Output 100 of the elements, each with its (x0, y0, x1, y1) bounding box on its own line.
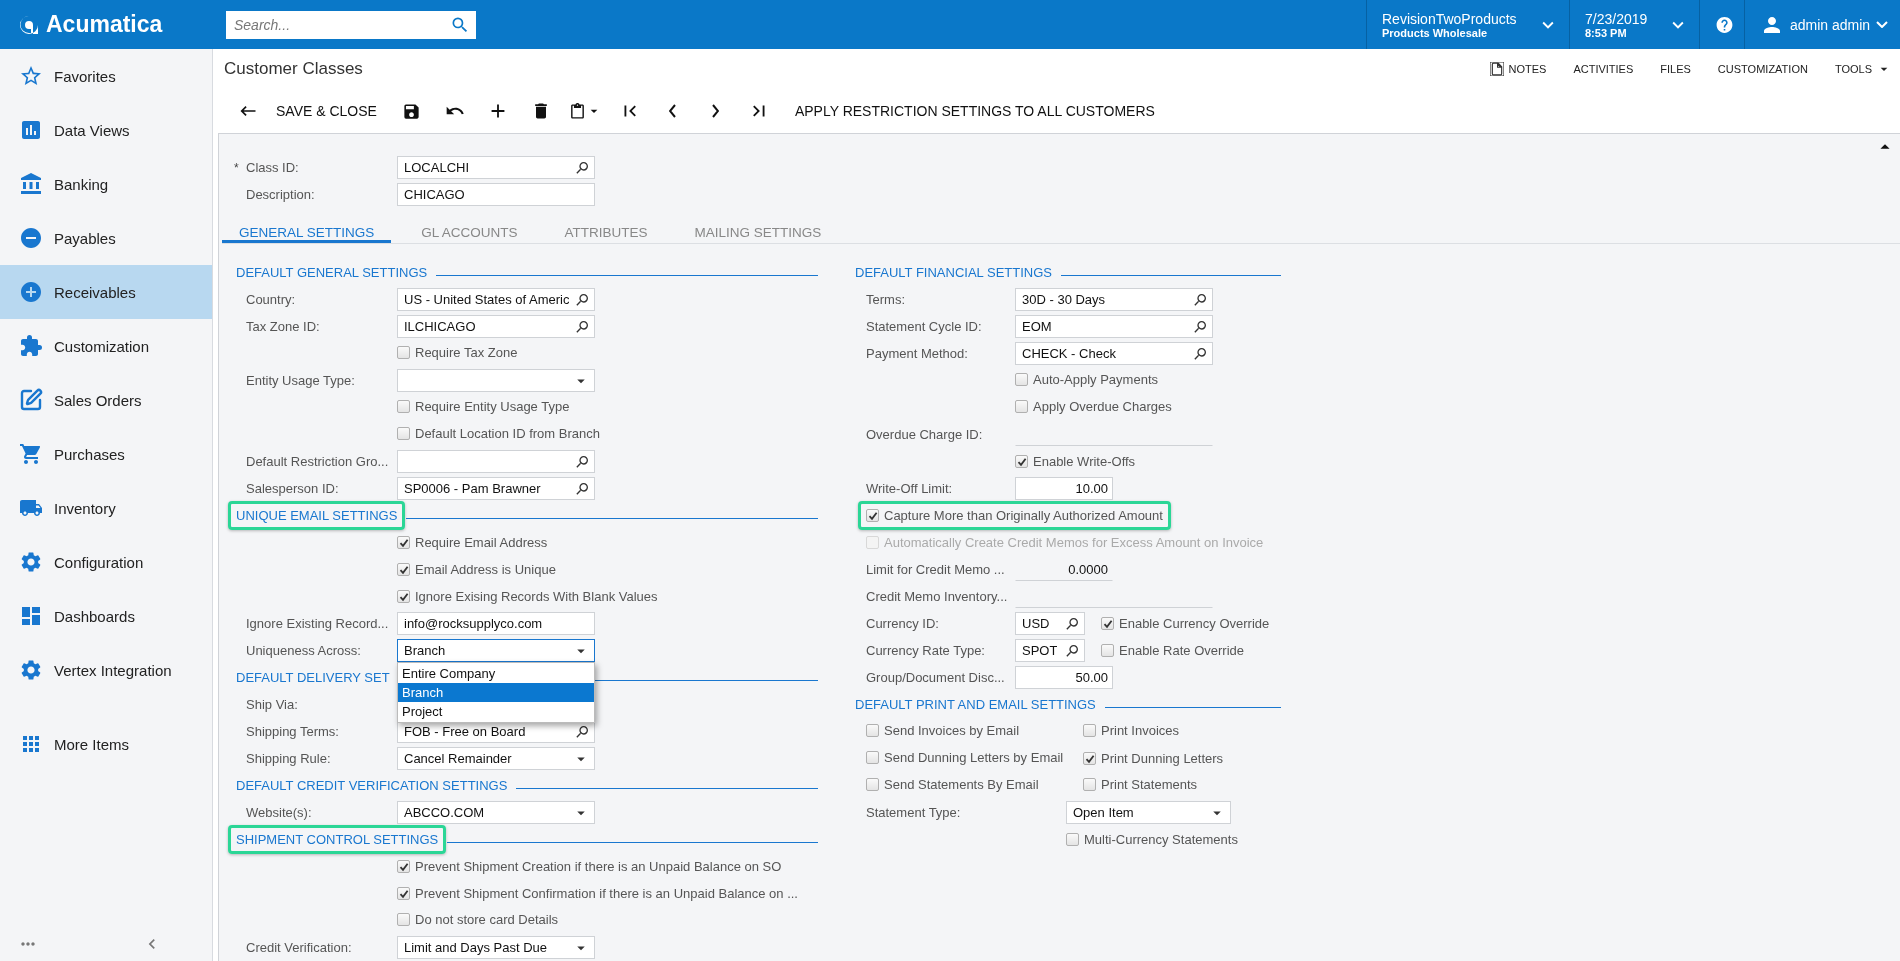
header-link[interactable]: FILES (1660, 63, 1691, 75)
checkbox[interactable] (866, 723, 879, 737)
search-icon[interactable] (574, 291, 590, 308)
dropdown-option[interactable]: Branch (398, 683, 594, 702)
search-icon[interactable] (1192, 291, 1208, 308)
checkbox-option[interactable]: Do not store card Details (397, 911, 559, 927)
input-field[interactable]: EOM (1015, 315, 1213, 338)
input-field[interactable]: CHICAGO (397, 183, 595, 206)
save-close-button[interactable]: SAVE & CLOSE (274, 95, 379, 127)
input-field[interactable]: 30D - 30 Days (1015, 288, 1213, 311)
input-field[interactable]: CHECK - Check (1015, 342, 1213, 365)
checkbox[interactable] (866, 777, 879, 791)
sidebar-item[interactable]: Receivables (0, 265, 212, 319)
checkbox-option[interactable]: Enable Write-Offs (1015, 454, 1136, 469)
search-input[interactable]: Search... (232, 15, 432, 34)
apply-restriction-button[interactable]: APPLY RESTRICTION SETTINGS TO ALL CUSTOMERS (792, 95, 1157, 127)
checkbox[interactable] (1015, 399, 1028, 413)
sidebar-item[interactable]: Data Views (0, 103, 212, 157)
sidebar-item[interactable]: Vertex Integration (0, 643, 212, 697)
dropdown-field[interactable]: Cancel Remainder (397, 747, 595, 770)
checkbox-option[interactable]: Print Dunning Letters (1083, 751, 1224, 766)
header-link[interactable]: NOTES (1490, 62, 1547, 76)
checkbox-option[interactable]: Send Dunning Letters by Email (866, 749, 1064, 765)
header-link[interactable]: CUSTOMIZATION (1717, 63, 1808, 75)
search-icon[interactable] (574, 453, 590, 470)
app-logo[interactable]: Acumatica (46, 11, 163, 38)
search-icon[interactable] (1064, 615, 1080, 632)
checkbox[interactable] (1083, 777, 1096, 791)
sidebar-item[interactable]: Configuration (0, 535, 212, 589)
checkbox-option[interactable]: Send Invoices by Email (866, 722, 1020, 738)
header-link[interactable]: TOOLS (1834, 61, 1892, 77)
checkbox[interactable] (1066, 833, 1079, 846)
checkbox[interactable] (397, 426, 410, 440)
dropdown-field[interactable]: ABCCO.COM (397, 801, 595, 824)
search-icon[interactable] (1064, 642, 1080, 659)
checkbox-option[interactable]: Print Invoices (1083, 722, 1180, 738)
checkbox[interactable] (1083, 723, 1096, 737)
checkbox[interactable] (397, 887, 410, 900)
sidebar-item[interactable]: Payables (0, 211, 212, 265)
checkbox[interactable] (1015, 372, 1028, 386)
header-link[interactable]: ACTIVITIES (1573, 63, 1634, 75)
input-field[interactable]: 50.00 (1015, 666, 1113, 689)
checkbox-option[interactable]: Enable Rate Override (1101, 643, 1244, 658)
search-icon[interactable] (574, 480, 590, 497)
company-selector[interactable]: RevisionTwoProducts Products Wholesale (1366, 0, 1569, 49)
checkbox-option[interactable]: Apply Overdue Charges (1015, 398, 1172, 414)
dropdown-field[interactable]: Limit and Days Past Due (397, 936, 595, 959)
dropdown-option[interactable]: Entire Company (398, 664, 594, 683)
input-field[interactable]: ILCHICAGO (397, 315, 595, 338)
checkbox-option[interactable]: Email Address is Unique (397, 562, 556, 577)
checkbox-option[interactable]: Capture More than Originally Authorized Amount (866, 508, 1163, 523)
sidebar-item[interactable]: Inventory (0, 481, 212, 535)
checkbox[interactable] (397, 912, 410, 926)
search-icon[interactable] (574, 723, 590, 740)
checkbox-option[interactable]: Prevent Shipment Confirmation if there is an Unpaid Balance on ... (397, 886, 798, 901)
checkbox[interactable] (1101, 644, 1114, 657)
user-menu[interactable]: admin admin (1744, 0, 1900, 49)
checkbox-option[interactable]: Require Tax Zone (397, 344, 518, 360)
checkbox[interactable] (397, 563, 410, 576)
checkbox-option[interactable]: Enable Currency Override (1101, 616, 1270, 631)
sidebar-item[interactable]: Customization (0, 319, 212, 373)
sidebar-item[interactable]: More Items (0, 717, 212, 771)
checkbox-option[interactable]: Send Statements By Email (866, 776, 1039, 792)
checkbox-option[interactable]: Print Statements (1083, 776, 1198, 792)
checkbox[interactable] (1015, 455, 1028, 468)
checkbox-option[interactable]: Prevent Shipment Creation if there is an Unpaid Balance on SO (397, 859, 782, 874)
search-icon[interactable] (574, 318, 590, 335)
input-field[interactable]: SPOT (1015, 639, 1085, 662)
sidebar-item[interactable]: Dashboards (0, 589, 212, 643)
search-field[interactable]: Search... (226, 10, 476, 39)
checkbox[interactable] (1083, 752, 1096, 765)
checkbox[interactable] (866, 509, 879, 522)
checkbox[interactable] (397, 590, 410, 603)
checkbox[interactable] (397, 860, 410, 873)
input-field[interactable]: SP0006 - Pam Brawner (397, 477, 595, 500)
checkbox[interactable] (1101, 617, 1114, 630)
search-icon[interactable] (1192, 318, 1208, 335)
checkbox[interactable] (397, 536, 410, 549)
input-field[interactable]: info@rocksupplyco.com (397, 612, 595, 635)
checkbox-option[interactable]: Require Entity Usage Type (397, 398, 570, 414)
input-field[interactable]: 0.0000 (1015, 558, 1113, 581)
checkbox-option[interactable]: Require Email Address (397, 535, 548, 550)
input-field[interactable] (397, 450, 595, 473)
search-icon[interactable] (574, 159, 590, 176)
checkbox-option[interactable]: Default Location ID from Branch (397, 425, 600, 441)
dropdown-field[interactable]: Branch (397, 639, 595, 662)
date-selector[interactable]: 7/23/2019 8:53 PM (1569, 0, 1699, 49)
checkbox-option[interactable]: Multi-Currency Statements (1066, 832, 1238, 847)
checkbox[interactable] (866, 750, 879, 764)
dropdown-option[interactable]: Project (398, 702, 594, 721)
input-field[interactable]: USD (1015, 612, 1085, 635)
dropdown-field[interactable] (397, 369, 595, 392)
sidebar-item[interactable]: Purchases (0, 427, 212, 481)
checkbox-option[interactable]: Auto-Apply Payments (1015, 371, 1158, 387)
sidebar-item[interactable]: Favorites (0, 49, 212, 103)
search-icon[interactable] (1192, 345, 1208, 362)
sidebar-item[interactable]: Banking (0, 157, 212, 211)
checkbox[interactable] (397, 345, 410, 359)
tab[interactable]: GENERAL SETTINGS (222, 224, 392, 243)
checkbox[interactable] (397, 399, 410, 413)
